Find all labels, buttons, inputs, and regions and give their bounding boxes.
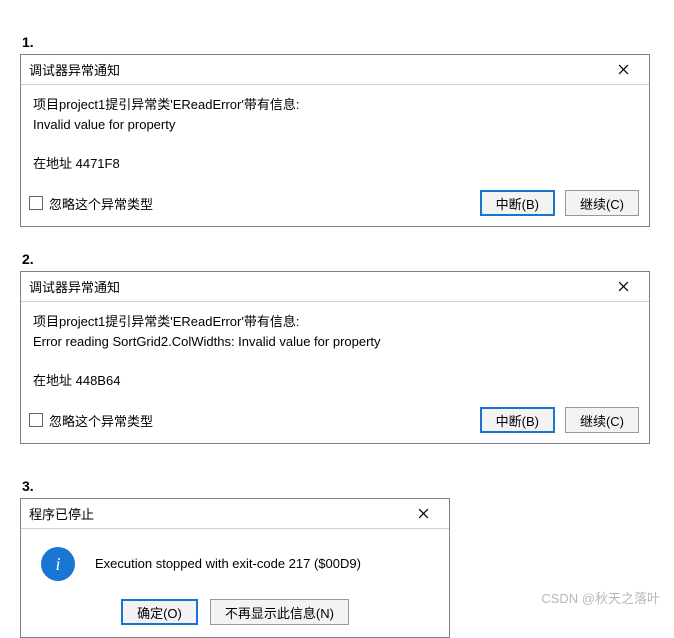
checkbox-icon bbox=[29, 413, 43, 427]
program-stopped-dialog: 程序已停止 i Execution stopped with exit-code… bbox=[20, 498, 450, 638]
dialog-body: i Execution stopped with exit-code 217 (… bbox=[21, 529, 449, 595]
dialog-body: 项目project1提引异常类'EReadError'带有信息: Invalid… bbox=[21, 85, 649, 182]
continue-button[interactable]: 继续(C) bbox=[565, 190, 639, 216]
info-icon: i bbox=[41, 547, 75, 581]
titlebar: 程序已停止 bbox=[21, 499, 449, 529]
ignore-checkbox-wrap[interactable]: 忽略这个异常类型 bbox=[29, 194, 153, 213]
section-2-label: 2. bbox=[20, 251, 654, 267]
close-icon bbox=[618, 64, 629, 75]
watermark: CSDN @秋天之落叶 bbox=[541, 588, 660, 607]
dialog-footer: 确定(O) 不再显示此信息(N) bbox=[21, 595, 449, 637]
message-line: 项目project1提引异常类'EReadError'带有信息: bbox=[33, 95, 639, 115]
ok-button[interactable]: 确定(O) bbox=[121, 599, 198, 625]
dialog-body: 项目project1提引异常类'EReadError'带有信息: Error r… bbox=[21, 302, 649, 399]
dialog-title: 调试器异常通知 bbox=[29, 277, 120, 296]
titlebar: 调试器异常通知 bbox=[21, 272, 649, 302]
dont-show-again-button[interactable]: 不再显示此信息(N) bbox=[210, 599, 349, 625]
close-icon bbox=[418, 508, 429, 519]
debugger-exception-dialog-1: 调试器异常通知 项目project1提引异常类'EReadError'带有信息:… bbox=[20, 54, 650, 227]
message-line: Invalid value for property bbox=[33, 115, 639, 135]
checkbox-icon bbox=[29, 196, 43, 210]
close-button[interactable] bbox=[605, 275, 641, 299]
section-3-label: 3. bbox=[20, 478, 654, 494]
dialog-title: 调试器异常通知 bbox=[29, 60, 120, 79]
break-button[interactable]: 中断(B) bbox=[480, 407, 555, 433]
message-line: 项目project1提引异常类'EReadError'带有信息: bbox=[33, 312, 639, 332]
ignore-checkbox-wrap[interactable]: 忽略这个异常类型 bbox=[29, 411, 153, 430]
ignore-label: 忽略这个异常类型 bbox=[49, 411, 153, 430]
close-button[interactable] bbox=[405, 502, 441, 526]
close-icon bbox=[618, 281, 629, 292]
message-line: Execution stopped with exit-code 217 ($0… bbox=[95, 554, 361, 574]
address-line: 在地址 4471F8 bbox=[33, 153, 639, 172]
dialog-footer: 忽略这个异常类型 中断(B) 继续(C) bbox=[21, 182, 649, 226]
titlebar: 调试器异常通知 bbox=[21, 55, 649, 85]
break-button[interactable]: 中断(B) bbox=[480, 190, 555, 216]
dialog-title: 程序已停止 bbox=[29, 504, 94, 523]
ignore-label: 忽略这个异常类型 bbox=[49, 194, 153, 213]
message-line: Error reading SortGrid2.ColWidths: Inval… bbox=[33, 332, 639, 352]
continue-button[interactable]: 继续(C) bbox=[565, 407, 639, 433]
address-line: 在地址 448B64 bbox=[33, 370, 639, 389]
close-button[interactable] bbox=[605, 58, 641, 82]
debugger-exception-dialog-2: 调试器异常通知 项目project1提引异常类'EReadError'带有信息:… bbox=[20, 271, 650, 444]
dialog-footer: 忽略这个异常类型 中断(B) 继续(C) bbox=[21, 399, 649, 443]
section-1-label: 1. bbox=[20, 34, 654, 50]
